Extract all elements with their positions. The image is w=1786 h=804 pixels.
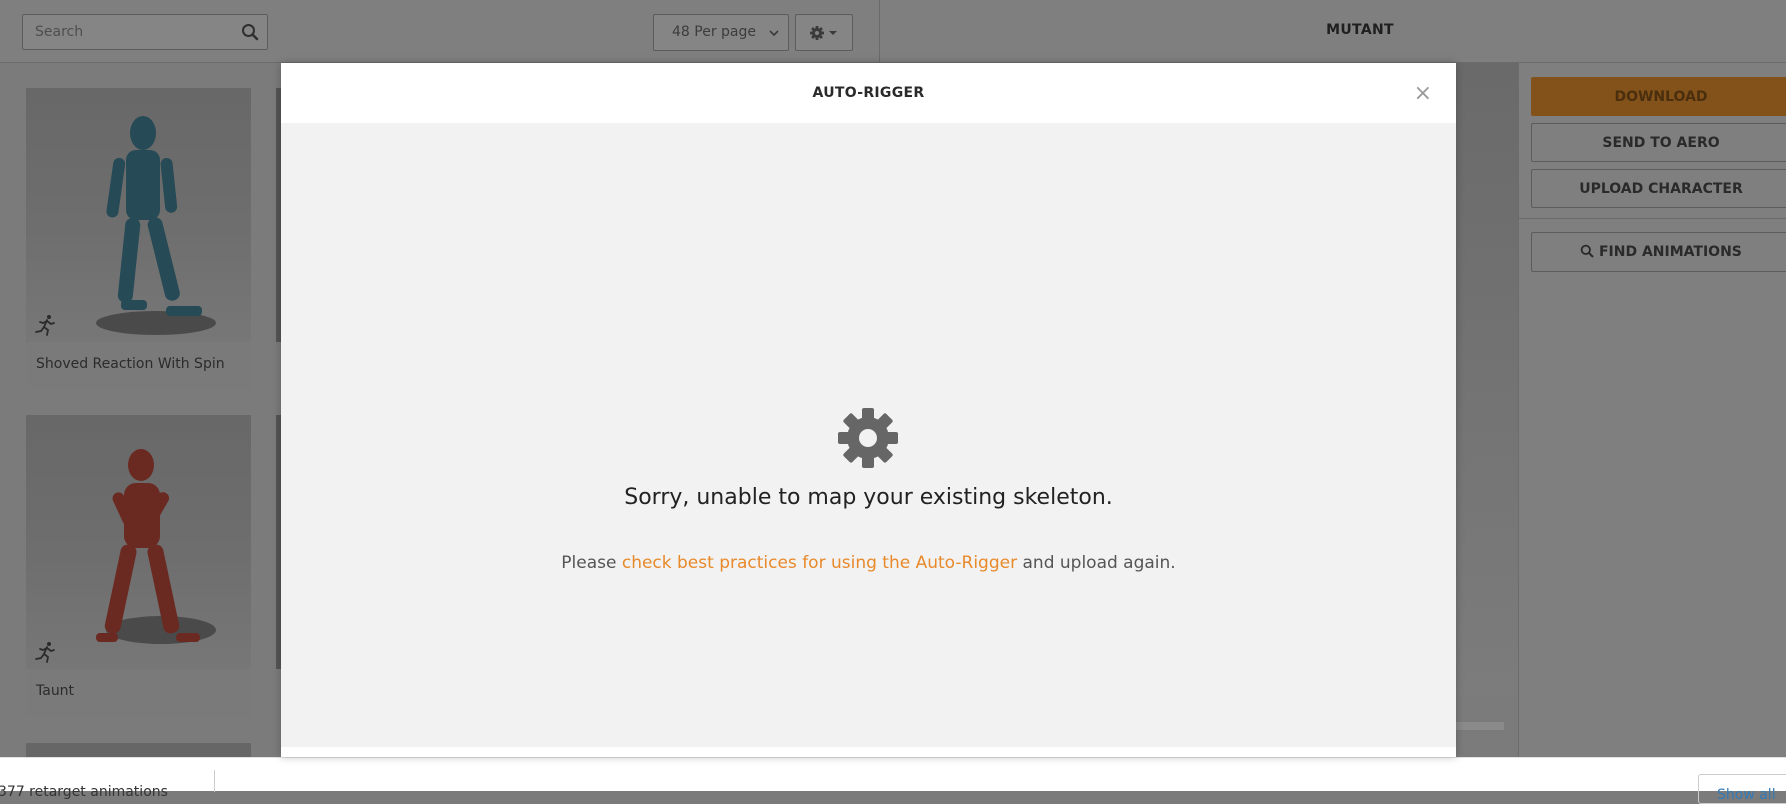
send-to-aero-button[interactable]: SEND TO AERO [1531,123,1786,162]
upload-character-button[interactable]: UPLOAD CHARACTER [1531,169,1786,208]
character-viewport[interactable] [1456,63,1518,696]
search-input[interactable]: Search [22,14,268,50]
bottom-divider [214,770,215,792]
modal-body: Sorry, unable to map your existing skele… [281,123,1456,747]
topbar-divider [879,0,880,63]
bottom-bar: 377 retarget animations Show all [0,757,1786,804]
character-title: MUTANT [1326,22,1394,38]
error-message-prefix: Please [561,553,622,573]
animation-card-label: Shoved Reaction With Spin [26,342,251,390]
search-placeholder: Search [35,24,84,40]
gear-icon [810,26,837,40]
best-practices-link[interactable]: check best practices for using the Auto-… [622,553,1017,573]
running-figure-icon [35,642,55,663]
per-page-select[interactable]: 48 Per page [653,14,789,51]
character-figure-image [96,116,216,335]
animation-card[interactable]: Shoved Reaction With Spin [26,88,251,390]
modal-title: AUTO-RIGGER [812,85,925,101]
gear-icon [838,408,898,468]
search-icon[interactable] [241,23,259,41]
search-icon [1580,244,1594,258]
animation-card[interactable]: Taunt [26,415,251,717]
error-message-suffix: and upload again. [1017,553,1176,573]
download-button[interactable]: DOWNLOAD [1531,77,1786,116]
find-animations-button[interactable]: FIND ANIMATIONS [1531,232,1786,272]
animation-thumbnail [26,88,251,342]
error-message: Please check best practices for using th… [281,553,1456,573]
find-animations-label: FIND ANIMATIONS [1598,244,1742,260]
per-page-value: 48 Per page [672,24,756,40]
sidebar-divider [1519,218,1786,219]
character-figure-image [96,449,216,644]
show-all-button[interactable]: Show all [1698,774,1786,804]
animation-count: 377 retarget animations [0,784,168,800]
animation-card-label: Taunt [26,669,251,717]
viewport-scrollbar[interactable] [1456,722,1504,730]
settings-dropdown-button[interactable] [795,14,853,51]
right-sidebar: DOWNLOAD SEND TO AERO UPLOAD CHARACTER F… [1518,63,1786,763]
chevron-down-icon [769,30,779,37]
running-figure-icon [35,315,55,336]
auto-rigger-modal: AUTO-RIGGER × Sorry, unable to map your … [281,63,1456,757]
top-bar: Search 48 Per page MUTANT [0,0,1786,63]
animation-thumbnail [26,415,251,669]
close-icon[interactable]: × [1414,83,1432,105]
error-title: Sorry, unable to map your existing skele… [624,485,1113,510]
